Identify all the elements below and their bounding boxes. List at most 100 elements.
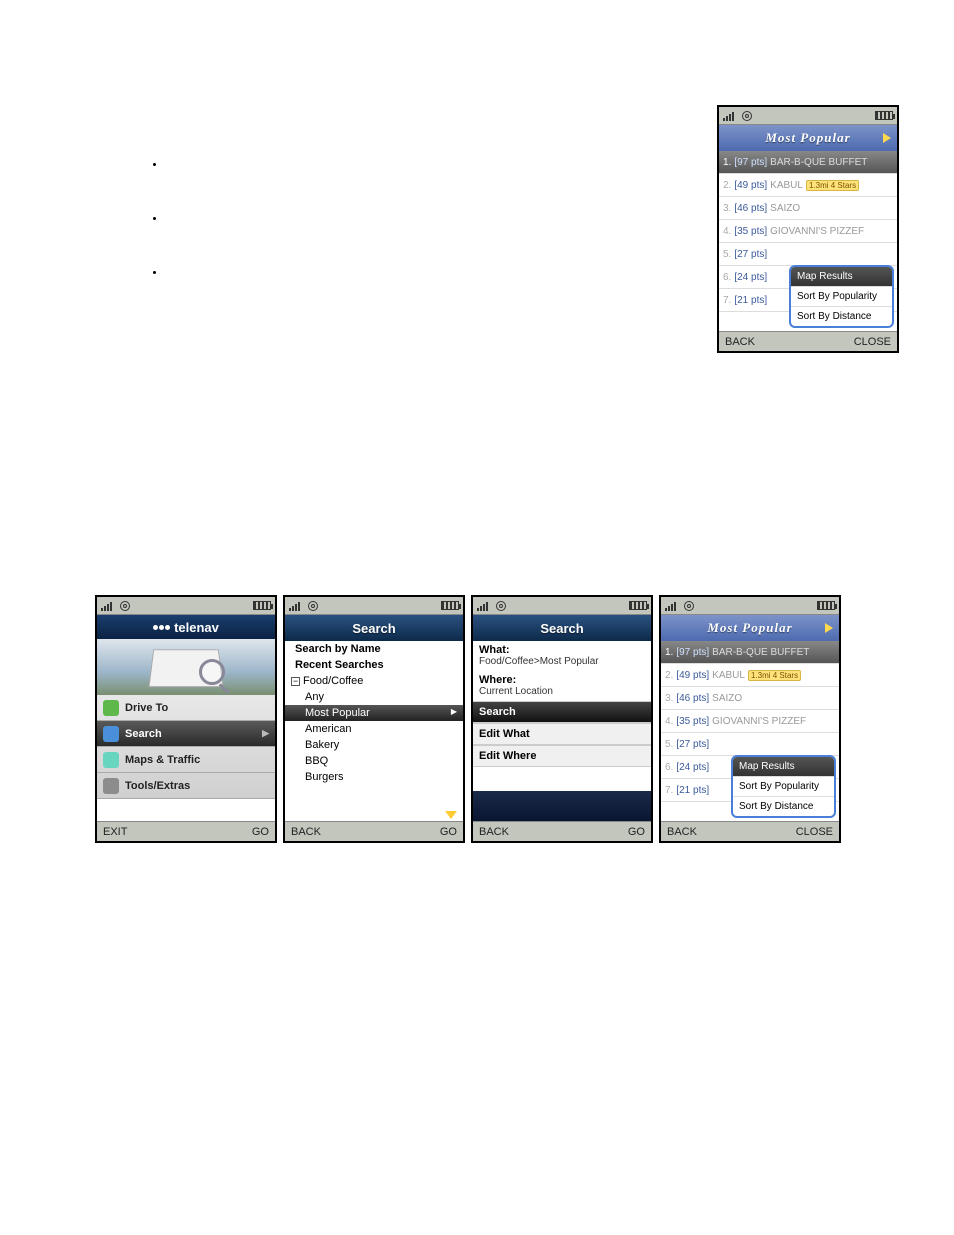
- popup-item[interactable]: Sort By Popularity: [733, 777, 834, 797]
- phone-screen-2: Search Search by Name Recent Searches − …: [283, 595, 465, 843]
- menu-icon: [103, 726, 119, 742]
- softkey-bar: BACK CLOSE: [719, 331, 897, 351]
- category-sub-item[interactable]: BBQ: [285, 753, 463, 769]
- bullet-list: [165, 155, 565, 317]
- main-menu-item[interactable]: Drive To: [97, 695, 275, 721]
- results-body: 1.[97 pts] BAR-B-QUE BUFFET2.[49 pts] KA…: [719, 151, 897, 331]
- result-row[interactable]: 2.[49 pts] KABUL1.3mi 4 Stars: [661, 664, 839, 687]
- search-action-item[interactable]: Edit Where: [473, 745, 651, 767]
- scroll-down-icon[interactable]: [445, 811, 457, 819]
- popup-item[interactable]: Map Results: [733, 757, 834, 777]
- search-action-item[interactable]: Search: [473, 701, 651, 723]
- screen-title: Search: [352, 621, 395, 636]
- signal-icon: [723, 111, 737, 121]
- document-page: Most Popular 1.[97 pts] BAR-B-QUE BUFFET…: [0, 0, 954, 100]
- title-bar: Most Popular: [661, 615, 839, 641]
- logo-icon: [153, 625, 170, 630]
- menu-item-label: Tools/Extras: [125, 780, 190, 792]
- signal-icon: [665, 601, 679, 611]
- signal-icon: [289, 601, 303, 611]
- rating-badge: 1.3mi 4 Stars: [806, 180, 859, 191]
- popup-menu: Map ResultsSort By PopularitySort By Dis…: [789, 265, 894, 328]
- what-value: Food/Coffee>Most Popular: [473, 656, 651, 671]
- search-detail-body: What: Food/Coffee>Most Popular Where: Cu…: [473, 641, 651, 821]
- title-bar: Search: [473, 615, 651, 641]
- softkey-bar: BACK CLOSE: [661, 821, 839, 841]
- magnifier-icon: [199, 659, 225, 685]
- signal-icon: [101, 601, 115, 611]
- status-bar: [97, 597, 275, 615]
- where-label: Where:: [473, 671, 651, 686]
- signal-icon: [477, 601, 491, 611]
- bullet-item: [165, 209, 565, 229]
- arrow-right-icon[interactable]: [825, 623, 833, 633]
- menu-icon: [103, 778, 119, 794]
- category-sub-item[interactable]: Burgers: [285, 769, 463, 785]
- main-menu-item[interactable]: Maps & Traffic: [97, 747, 275, 773]
- category-sub-item[interactable]: Any: [285, 689, 463, 705]
- result-row[interactable]: 4.[35 pts] GIOVANNI'S PIZZEF: [719, 220, 897, 243]
- softkey-left[interactable]: EXIT: [103, 826, 127, 838]
- phone-screen-top: Most Popular 1.[97 pts] BAR-B-QUE BUFFET…: [717, 105, 899, 353]
- menu-item-label: Drive To: [125, 702, 168, 714]
- menu-item-label: Maps & Traffic: [125, 754, 200, 766]
- phone-screen-1: telenav Drive To Search Maps & Traffic Tool…: [95, 595, 277, 843]
- softkey-right[interactable]: CLOSE: [796, 826, 833, 838]
- category-subs: AnyMost PopularAmericanBakeryBBQBurgers: [285, 689, 463, 785]
- softkey-bar: EXIT GO: [97, 821, 275, 841]
- result-row[interactable]: 2.[49 pts] KABUL1.3mi 4 Stars: [719, 174, 897, 197]
- popup-item[interactable]: Sort By Popularity: [791, 287, 892, 307]
- softkey-left[interactable]: BACK: [479, 826, 509, 838]
- collapse-icon[interactable]: −: [291, 677, 300, 686]
- popup-item[interactable]: Sort By Distance: [733, 797, 834, 816]
- popup-item[interactable]: Map Results: [791, 267, 892, 287]
- result-row[interactable]: 5.[27 pts]: [719, 243, 897, 266]
- bullet-item: [165, 155, 565, 175]
- category-top-item[interactable]: Search by Name: [285, 641, 463, 657]
- softkey-left[interactable]: BACK: [667, 826, 697, 838]
- result-row[interactable]: 3.[46 pts] SAIZO: [719, 197, 897, 220]
- result-row[interactable]: 5.[27 pts]: [661, 733, 839, 756]
- result-row[interactable]: 1.[97 pts] BAR-B-QUE BUFFET: [661, 641, 839, 664]
- softkey-bar: BACK GO: [473, 821, 651, 841]
- status-bar: [719, 107, 897, 125]
- battery-icon: [817, 601, 835, 610]
- main-menu-list: Drive To Search Maps & Traffic Tools/Extras: [97, 695, 275, 799]
- battery-icon: [441, 601, 459, 610]
- status-bar: [285, 597, 463, 615]
- what-label: What:: [473, 641, 651, 656]
- popup-menu: Map ResultsSort By PopularitySort By Dis…: [731, 755, 836, 818]
- phone-screen-3: Search What: Food/Coffee>Most Popular Wh…: [471, 595, 653, 843]
- menu-item-label: Search: [125, 728, 162, 740]
- softkey-left[interactable]: BACK: [291, 826, 321, 838]
- app-logo-bar: telenav: [97, 615, 275, 639]
- category-body: Search by Name Recent Searches − Food/Co…: [285, 641, 463, 821]
- softkey-right[interactable]: GO: [440, 826, 457, 838]
- gear-icon: [684, 601, 694, 611]
- menu-icon: [103, 700, 119, 716]
- battery-icon: [629, 601, 647, 610]
- results-body: 1.[97 pts] BAR-B-QUE BUFFET2.[49 pts] KA…: [661, 641, 839, 821]
- result-row[interactable]: 3.[46 pts] SAIZO: [661, 687, 839, 710]
- popup-item[interactable]: Sort By Distance: [791, 307, 892, 326]
- main-menu-item[interactable]: Search: [97, 721, 275, 747]
- category-sub-item[interactable]: Most Popular: [285, 705, 463, 721]
- app-logo-text: telenav: [174, 620, 219, 635]
- category-sub-item[interactable]: Bakery: [285, 737, 463, 753]
- arrow-right-icon[interactable]: [883, 133, 891, 143]
- screen-title: Most Popular: [707, 620, 792, 636]
- result-row[interactable]: 1.[97 pts] BAR-B-QUE BUFFET: [719, 151, 897, 174]
- softkey-right[interactable]: CLOSE: [854, 336, 891, 348]
- gear-icon: [496, 601, 506, 611]
- main-menu-item[interactable]: Tools/Extras: [97, 773, 275, 799]
- category-sub-item[interactable]: American: [285, 721, 463, 737]
- phone-screen-4: Most Popular 1.[97 pts] BAR-B-QUE BUFFET…: [659, 595, 841, 843]
- category-top-item[interactable]: Recent Searches: [285, 657, 463, 673]
- result-row[interactable]: 4.[35 pts] GIOVANNI'S PIZZEF: [661, 710, 839, 733]
- category-node[interactable]: − Food/Coffee: [285, 673, 463, 689]
- search-action-item[interactable]: Edit What: [473, 723, 651, 745]
- status-bar: [473, 597, 651, 615]
- softkey-right[interactable]: GO: [628, 826, 645, 838]
- softkey-right[interactable]: GO: [252, 826, 269, 838]
- softkey-left[interactable]: BACK: [725, 336, 755, 348]
